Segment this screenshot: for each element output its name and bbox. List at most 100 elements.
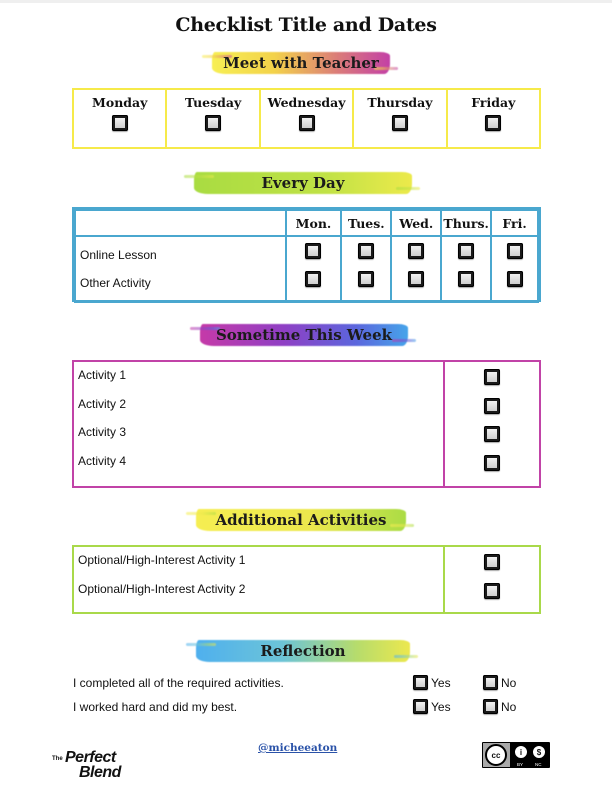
wed-column [390,235,443,303]
meet-with-teacher-banner: Meet with Teacher [202,48,398,78]
section-heading: Reflection [260,642,346,660]
checkbox-activity-2[interactable] [484,397,500,414]
activity-labels: Activity 1 Activity 2 Activity 3 Activit… [74,362,443,486]
creative-commons-license-badge[interactable]: cc i $ BY NC [482,742,550,768]
checkbox-tuesday[interactable] [205,115,222,131]
checkbox-online-lesson-wed[interactable] [408,243,425,259]
optional-activity-checkboxes [443,547,539,612]
checkbox-thursday[interactable] [391,115,408,131]
section-heading: Additional Activities [215,511,387,529]
reflection-question: I completed all of the required activiti… [73,676,284,690]
checkbox-optional-activity-2[interactable] [484,582,500,599]
day-cell-friday: Friday [448,90,539,147]
activity-label: Activity 2 [78,396,127,411]
checkbox-other-activity-tue[interactable] [358,271,375,287]
checkbox-other-activity-wed[interactable] [408,271,425,287]
day-cell-monday: Monday [74,90,168,147]
yes-option[interactable]: Yes [413,675,451,690]
column-header-fri: Fri. [490,209,539,237]
day-cell-tuesday: Tuesday [167,90,261,147]
every-day-table: Mon. Tues. Wed. Thurs. Fri. Online Lesso… [72,207,541,303]
column-header-tue: Tues. [340,209,393,237]
fri-column [490,235,539,303]
reflection-row: I completed all of the required activiti… [73,675,543,700]
checkbox-monday[interactable] [111,115,128,131]
thu-column [440,235,493,303]
noncommercial-icon: $ [532,745,546,759]
checkbox-other-activity-mon[interactable] [305,271,322,287]
cc-icon: cc [485,744,507,766]
no-option[interactable]: No [483,699,516,714]
checkbox-yes[interactable] [413,699,428,714]
checkbox-no[interactable] [483,675,498,690]
checkbox-no[interactable] [483,699,498,714]
day-cell-wednesday: Wednesday [261,90,355,147]
page-title: Checklist Title and Dates [175,14,437,36]
day-label: Thursday [367,95,433,110]
checkbox-optional-activity-1[interactable] [484,554,500,570]
logo-blend: Blend [79,764,121,781]
no-label: No [501,699,517,714]
checkbox-other-activity-thu[interactable] [458,271,475,287]
reflection-banner: Reflection [186,636,418,666]
day-label: Friday [471,95,516,110]
checkbox-friday[interactable] [485,115,502,131]
by-label: BY [517,762,524,767]
additional-activities-table: Optional/High-Interest Activity 1 Option… [72,545,541,614]
checkbox-yes[interactable] [413,675,428,690]
every-day-banner: Every Day [184,168,420,198]
activity-label: Activity 3 [78,425,127,439]
checkbox-online-lesson-mon[interactable] [305,243,322,259]
checkbox-other-activity-fri[interactable] [506,271,523,287]
row-label-online-lesson: Online Lesson [80,248,157,262]
no-label: No [501,675,517,690]
nc-label: NC [535,762,542,767]
checkbox-activity-4[interactable] [484,454,500,471]
activity-label: Activity 4 [78,453,127,468]
meet-with-teacher-table: Monday Tuesday Wednesday Thursday Friday [72,88,541,149]
optional-activity-label: Optional/High-Interest Activity 2 [78,581,246,596]
checkbox-online-lesson-thu[interactable] [458,243,475,259]
section-heading: Every Day [261,174,345,192]
reflection-questions: I completed all of the required activiti… [73,675,543,724]
column-header-thu: Thurs. [440,209,493,237]
logo-the: The [52,756,63,762]
attribution-icon: i [514,745,528,759]
section-heading: Meet with Teacher [223,54,379,72]
activity-checkboxes [443,362,539,486]
checkbox-wednesday[interactable] [298,115,315,131]
column-header-mon: Mon. [284,209,343,237]
sometime-this-week-banner: Sometime This Week [190,320,416,350]
mon-column [284,235,343,303]
checkbox-activity-3[interactable] [484,426,500,442]
additional-activities-banner: Additional Activities [186,505,414,535]
body-row: Online Lesson Other Activity [74,235,539,303]
sometime-this-week-table: Activity 1 Activity 2 Activity 3 Activit… [72,360,541,488]
section-heading: Sometime This Week [215,326,393,344]
checkbox-online-lesson-tue[interactable] [358,243,375,259]
yes-label: Yes [431,675,451,690]
row-labels: Online Lesson Other Activity [74,235,287,303]
reflection-row: I worked hard and did my best. Yes No [73,699,543,724]
tue-column [340,235,393,303]
day-label: Tuesday [184,95,242,110]
header-row: Mon. Tues. Wed. Thurs. Fri. [74,209,539,237]
row-label-other-activity: Other Activity [80,276,151,290]
day-label: Monday [92,95,148,110]
page-top-edge [0,0,612,3]
reflection-question: I worked hard and did my best. [73,700,238,714]
optional-activity-labels: Optional/High-Interest Activity 1 Option… [74,547,443,612]
day-cell-thursday: Thursday [354,90,448,147]
activity-label: Activity 1 [78,368,127,382]
yes-option[interactable]: Yes [413,699,451,714]
optional-activity-label: Optional/High-Interest Activity 1 [78,553,246,567]
column-header-wed: Wed. [390,209,443,237]
the-perfect-blend-logo: The Perfect Blend [52,748,142,782]
yes-label: Yes [431,699,451,714]
author-handle-link[interactable]: @micheeaton [258,742,337,754]
checkbox-activity-1[interactable] [484,369,500,385]
no-option[interactable]: No [483,675,516,690]
day-label: Wednesday [267,95,346,110]
checkbox-online-lesson-fri[interactable] [506,243,523,259]
column-header-blank [74,209,287,237]
